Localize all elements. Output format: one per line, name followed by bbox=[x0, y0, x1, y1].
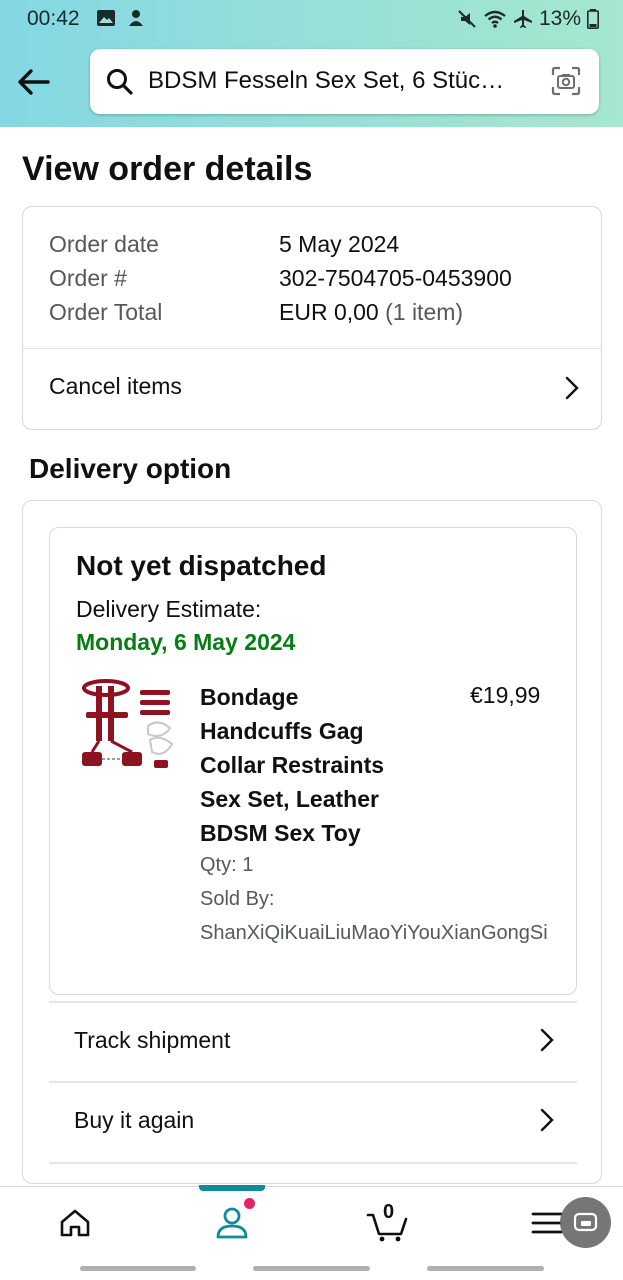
delivery-option-heading: Delivery option bbox=[29, 453, 232, 484]
gesture-bar bbox=[427, 1266, 544, 1271]
search-bar[interactable]: BDSM Fesseln Sex Set, 6 Stüc… bbox=[90, 49, 599, 114]
chevron-right-icon bbox=[540, 1108, 554, 1132]
gesture-bar bbox=[253, 1266, 370, 1271]
notification-badge bbox=[244, 1198, 255, 1209]
sold-by-label: Sold By: bbox=[200, 888, 275, 910]
delivery-estimate-date: Monday, 6 May 2024 bbox=[76, 629, 296, 655]
product-quantity: Qty: 1 bbox=[200, 854, 254, 876]
wifi-icon bbox=[484, 10, 506, 28]
gallery-icon bbox=[97, 10, 115, 26]
status-bar: 00:42 13% bbox=[0, 0, 623, 38]
product-price: €19,99 bbox=[470, 682, 541, 708]
order-date-label: Order date bbox=[49, 231, 159, 257]
page-title: View order details bbox=[22, 150, 313, 188]
order-total-items: (1 item) bbox=[385, 299, 464, 325]
buy-again-label: Buy it again bbox=[74, 1107, 195, 1133]
delivery-estimate-label: Delivery Estimate: bbox=[76, 596, 262, 622]
chevron-right-icon bbox=[565, 376, 579, 400]
cancel-items-label: Cancel items bbox=[49, 373, 182, 399]
back-arrow-icon[interactable] bbox=[14, 62, 54, 102]
search-input[interactable]: BDSM Fesseln Sex Set, 6 Stüc… bbox=[148, 67, 543, 95]
battery-icon bbox=[587, 9, 599, 29]
track-shipment-row[interactable]: Track shipment bbox=[49, 1003, 577, 1081]
chevron-right-icon bbox=[540, 1028, 554, 1052]
active-tab-indicator bbox=[199, 1185, 265, 1191]
notification-app-icon bbox=[129, 10, 143, 26]
window-icon bbox=[573, 1212, 598, 1232]
seller-name[interactable]: ShanXiQiKuaiLiuMaoYiYouXianGongSi bbox=[200, 922, 548, 945]
bottom-nav bbox=[0, 1185, 623, 1258]
mute-icon bbox=[458, 10, 476, 28]
gesture-bar bbox=[80, 1266, 196, 1271]
home-icon[interactable] bbox=[53, 1201, 97, 1245]
cart-count: 0 bbox=[383, 1201, 395, 1223]
floating-overlay-button[interactable] bbox=[560, 1197, 611, 1248]
divider bbox=[49, 1162, 577, 1164]
order-total-value: EUR 0,00 (1 item) bbox=[279, 299, 463, 326]
order-total-label: Order Total bbox=[49, 299, 163, 325]
order-summary-card: Order date 5 May 2024 Order # 302-750470… bbox=[22, 206, 602, 430]
order-number-value: 302-7504705-0453900 bbox=[279, 265, 512, 291]
airplane-mode-icon bbox=[513, 10, 532, 28]
search-icon bbox=[107, 69, 133, 95]
status-time: 00:42 bbox=[27, 7, 80, 30]
status-right: 13% bbox=[457, 7, 599, 31]
app-header: 00:42 13% BDSM Fesseln Sex Set, 6 Stüc… bbox=[0, 0, 623, 127]
cancel-items-row[interactable]: Cancel items bbox=[23, 349, 601, 429]
buy-again-row[interactable]: Buy it again bbox=[49, 1083, 577, 1161]
product-thumbnail[interactable] bbox=[78, 678, 178, 778]
order-date-value: 5 May 2024 bbox=[279, 231, 400, 257]
battery-percent: 13% bbox=[538, 7, 581, 30]
shipment-box: Not yet dispatched Delivery Estimate: Mo… bbox=[49, 527, 577, 995]
delivery-card: Not yet dispatched Delivery Estimate: Mo… bbox=[22, 500, 602, 1184]
track-shipment-label: Track shipment bbox=[74, 1027, 231, 1053]
order-number-label: Order # bbox=[49, 265, 127, 291]
product-title[interactable]: Bondage Handcuffs Gag Collar Restraints … bbox=[200, 680, 410, 850]
order-total-amount: EUR 0,00 bbox=[279, 299, 379, 325]
camera-search-icon[interactable] bbox=[551, 66, 581, 96]
shipment-status: Not yet dispatched bbox=[76, 550, 327, 581]
